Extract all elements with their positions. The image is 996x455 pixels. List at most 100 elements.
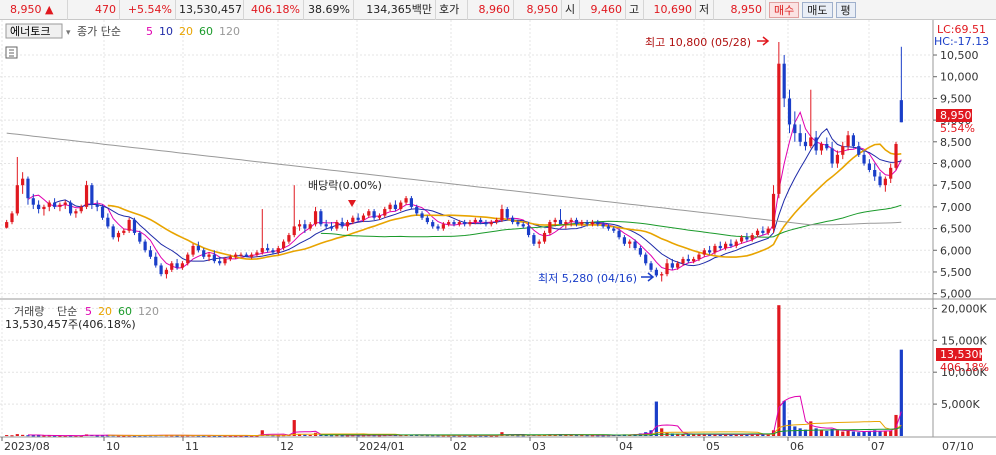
volume-bar <box>308 434 312 436</box>
time-tick-label: 05 <box>706 440 720 453</box>
ma-legend-20[interactable]: 20 <box>179 25 193 38</box>
volume-ma-legend-60[interactable]: 60 <box>118 305 132 318</box>
candle-body <box>526 226 531 236</box>
candle-body <box>10 213 14 223</box>
buy-button[interactable]: 매수 <box>769 1 800 18</box>
hc-value: HC:-17.13 <box>934 35 989 48</box>
candle-body <box>361 215 366 220</box>
volume-bar <box>841 431 845 436</box>
volume-ma-legend-20[interactable]: 20 <box>98 305 112 318</box>
candle-body <box>841 146 845 155</box>
price-tick-label: 5,000 <box>940 288 972 301</box>
candle-body <box>734 241 738 246</box>
time-tick-label: 06 <box>790 440 804 453</box>
candle-body <box>100 206 105 218</box>
candle-body <box>218 261 222 264</box>
volume-ma-legend-5[interactable]: 5 <box>85 305 92 318</box>
volume-ma-legend-120[interactable]: 120 <box>138 305 159 318</box>
price-tick-label: 8,000 <box>940 157 972 170</box>
candle-body <box>739 237 744 242</box>
candle-body <box>468 222 472 225</box>
ma-legend-60[interactable]: 60 <box>199 25 213 38</box>
candle-body <box>425 217 429 223</box>
candle-body <box>638 248 642 255</box>
dropdown-icon[interactable]: ▾ <box>66 28 71 38</box>
candle-body <box>894 143 898 168</box>
volume-bar <box>654 401 658 436</box>
candle-body <box>111 226 115 238</box>
candle-body <box>393 204 398 210</box>
candle-body <box>5 222 9 228</box>
candle-body <box>644 254 648 264</box>
candle-body <box>601 224 605 227</box>
volume-bar <box>899 349 903 436</box>
pct-tag-text: 5.54% <box>940 122 975 135</box>
candle-body <box>447 222 451 225</box>
candle-body <box>814 137 818 151</box>
turnover: 38.69% <box>304 0 354 20</box>
candle-body <box>873 170 877 177</box>
candle-body <box>37 204 41 210</box>
candle-body <box>207 254 211 257</box>
price-tick-label: 6,500 <box>940 223 972 236</box>
candle-body <box>777 63 781 194</box>
trade-amount: 134,365백만 <box>354 0 436 20</box>
candle-body <box>883 178 887 186</box>
low-label: 저 <box>696 0 714 20</box>
candle-body <box>580 222 584 225</box>
time-tick-label: 2024/01 <box>359 440 405 453</box>
candle-body <box>473 219 477 223</box>
candle-body <box>239 254 243 256</box>
volume-bar <box>889 430 893 436</box>
candle-body <box>356 217 360 220</box>
volume-bar <box>787 420 792 436</box>
volume-bar <box>857 432 861 436</box>
time-tick-label: 2023/08 <box>4 440 50 453</box>
ma-legend-5[interactable]: 5 <box>146 25 153 38</box>
candle-body <box>553 219 557 223</box>
time-tick-label: 11 <box>185 440 199 453</box>
candle-body <box>612 228 616 231</box>
candle-body <box>654 269 658 276</box>
candle-body <box>771 193 776 229</box>
change-value: 470 <box>68 0 120 20</box>
sell-button[interactable]: 매도 <box>802 1 833 18</box>
candle-body <box>782 63 786 99</box>
price-tick-label: 7,000 <box>940 201 972 214</box>
candle-body <box>15 185 19 214</box>
candle-body <box>809 137 813 147</box>
candle-body <box>244 254 248 257</box>
time-tick-label: 12 <box>280 440 294 453</box>
candle-body <box>532 235 536 244</box>
candle-body <box>260 248 264 253</box>
candle-body <box>441 224 445 229</box>
candle-body <box>761 230 765 233</box>
candle-body <box>223 258 227 264</box>
candle-body <box>319 211 323 225</box>
candle-body <box>628 241 632 244</box>
candle-body <box>516 222 520 225</box>
volume-readout: 13,530,457주(406.18%) <box>5 318 136 331</box>
change-pct: +5.54% <box>120 0 176 20</box>
candle-body <box>276 248 280 253</box>
candle-body <box>505 209 509 218</box>
candle-body <box>228 256 232 259</box>
price-tag-text: 8,950 <box>940 109 972 122</box>
candle-body <box>420 213 424 218</box>
candle-body <box>266 248 270 251</box>
candle-body <box>154 256 158 266</box>
candle-body <box>793 124 797 134</box>
volume-bar <box>303 434 307 436</box>
candle-body <box>345 222 350 227</box>
time-tick-label: 07 <box>871 440 885 453</box>
candle-body <box>132 219 137 233</box>
high-label: 고 <box>626 0 644 20</box>
stock-chart[interactable]: 5,000 5,500 6,000 6,500 7,000 7,500 8,000 8,500… <box>0 20 996 455</box>
candle-body <box>718 245 722 249</box>
candle-body <box>681 258 685 264</box>
volume-tick-label: 20,000K <box>941 302 987 315</box>
ma-legend-10[interactable]: 10 <box>159 25 173 38</box>
ma-legend-120[interactable]: 120 <box>219 25 240 38</box>
candle-body <box>180 263 185 268</box>
eval-button[interactable]: 평 <box>835 1 856 18</box>
